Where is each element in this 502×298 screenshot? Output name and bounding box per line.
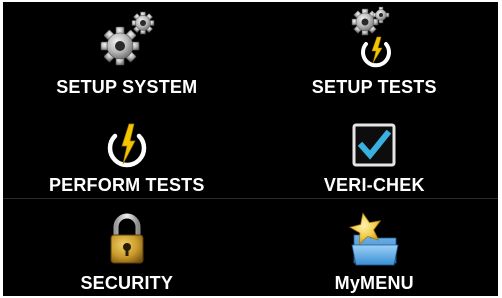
veri-chek-label: VERI-CHEK xyxy=(323,175,425,195)
setup-system-button[interactable]: SETUP SYSTEM xyxy=(3,2,251,100)
perform-tests-button[interactable]: PERFORM TESTS xyxy=(3,100,251,198)
mymenu-label: MyMENU xyxy=(334,273,414,293)
checkbox-icon xyxy=(351,122,397,168)
security-label: SECURITY xyxy=(80,273,174,293)
setup-tests-label: SETUP TESTS xyxy=(311,77,437,97)
setup-tests-button[interactable]: SETUP TESTS xyxy=(251,2,499,100)
mymenu-button[interactable]: MyMENU xyxy=(250,198,498,296)
menu-grid: SETUP SYSTEM SETUP TESTS PERFORM TESTS V… xyxy=(3,2,498,296)
setup-system-label: SETUP SYSTEM xyxy=(56,77,198,97)
security-button[interactable]: SECURITY xyxy=(3,198,251,296)
perform-tests-label: PERFORM TESTS xyxy=(48,175,205,195)
veri-chek-button[interactable]: VERI-CHEK xyxy=(251,100,499,198)
gear-lightning-icon xyxy=(349,6,399,72)
lightning-power-icon xyxy=(102,122,152,174)
star-folder-icon xyxy=(344,209,404,269)
main-menu-screen: SETUP SYSTEM SETUP TESTS PERFORM TESTS V… xyxy=(3,2,498,296)
gears-icon xyxy=(96,8,158,70)
padlock-icon xyxy=(107,213,147,267)
